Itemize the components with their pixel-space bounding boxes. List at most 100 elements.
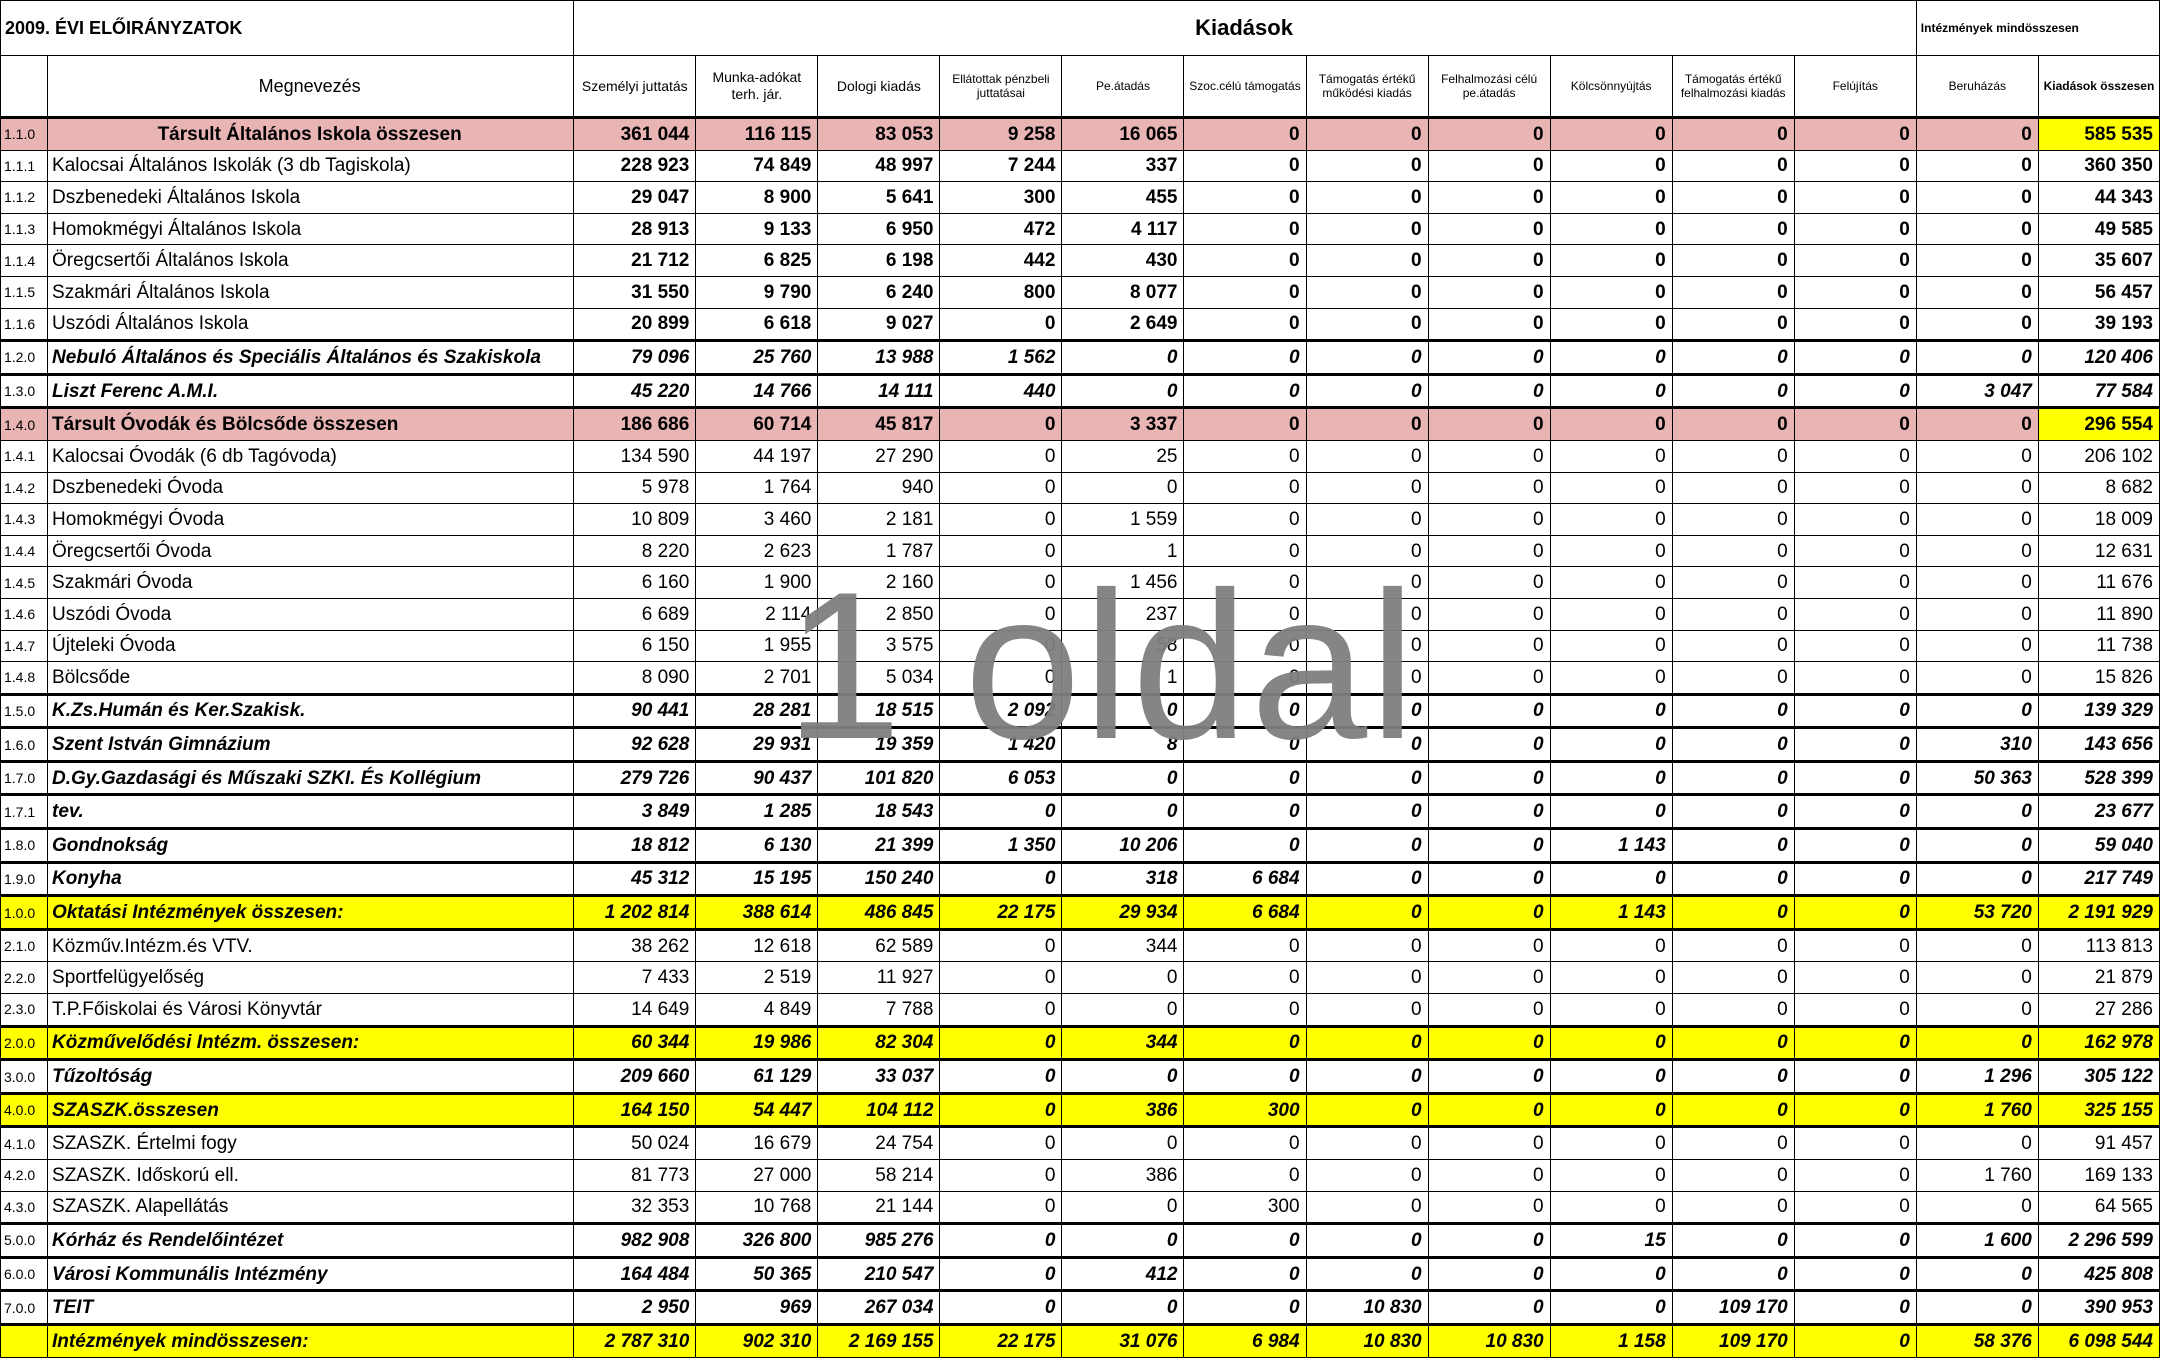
cell-value: 0 [1427, 1091, 1551, 1128]
cell-value: 455 [1061, 181, 1185, 214]
cell-value: 6 160 [573, 566, 697, 599]
cell-value: 0 [1671, 1058, 1795, 1094]
table-row: 1.1.4 Öregcsertői Általános Iskola 21 712 6… [0, 244, 2160, 277]
cell-value: 0 [1183, 759, 1307, 796]
cell-value: 0 [1183, 244, 1307, 277]
cell-value: 0 [1793, 692, 1917, 729]
cell-value: 0 [1061, 372, 1185, 409]
cell-value: 33 037 [817, 1058, 941, 1094]
cell-value: 45 817 [817, 406, 941, 441]
cell-value: 28 281 [695, 692, 819, 729]
table-row: 1.6.0 Szent István Gimnázium 92 628 29 931 1… [0, 726, 2160, 762]
cell-value: 9 258 [939, 116, 1063, 151]
cell-value: 90 441 [573, 692, 697, 729]
cell-value: 0 [1061, 1125, 1185, 1160]
row-code: 1.9.0 [0, 860, 49, 897]
table-row: 6.0.0 Városi Kommunális Intézmény 164 484 5… [0, 1255, 2160, 1292]
cell-value: 528 399 [2037, 759, 2160, 796]
cell-value: 0 [1549, 471, 1673, 505]
cell-value: 982 908 [573, 1222, 697, 1258]
cell-value: 0 [939, 1289, 1063, 1325]
cell-value: 0 [1061, 1289, 1185, 1325]
cell-value: 0 [1671, 406, 1795, 441]
cell-value: 7 788 [817, 993, 941, 1027]
row-name: Nebuló Általános és Speciális Általános … [47, 339, 575, 375]
cell-value: 19 986 [695, 1024, 819, 1061]
row-name: Gondnokság [47, 827, 575, 863]
cell-value: 8 077 [1061, 275, 1185, 309]
cell-value: 74 849 [695, 149, 819, 183]
cell-value: 22 175 [939, 1322, 1063, 1358]
cell-value: 0 [1061, 793, 1185, 830]
cell-value: 3 849 [573, 793, 697, 830]
cell-value: 0 [1305, 534, 1429, 568]
cell-value: 0 [1793, 1255, 1917, 1292]
cell-value: 0 [1793, 503, 1917, 536]
cell-value: 0 [1183, 181, 1307, 214]
row-name: Oktatási Intézmények összesen: [47, 894, 575, 930]
cell-value: 0 [1671, 894, 1795, 930]
cell-value: 267 034 [817, 1289, 941, 1325]
cell-value: 6 240 [817, 275, 941, 309]
cell-value: 0 [1793, 275, 1917, 309]
cell-value: 2 850 [817, 597, 941, 631]
cell-value: 18 515 [817, 692, 941, 729]
cell-value: 50 363 [1915, 759, 2039, 796]
table-row: 1.4.8 Bölcsőde 8 090 2 701 5 034 0 1 0 0 0 0 0 0 0 15 … [0, 661, 2160, 695]
table-row: 1.2.0 Nebuló Általános és Speciális Által… [0, 339, 2160, 375]
cell-value: 0 [1793, 1125, 1917, 1160]
cell-value: 31 550 [573, 275, 697, 309]
cell-value: 0 [1183, 406, 1307, 441]
cell-value: 425 808 [2037, 1255, 2160, 1292]
row-code: 1.7.0 [0, 759, 49, 796]
cell-value: 0 [1915, 439, 2039, 473]
cell-value: 0 [1671, 566, 1795, 599]
cell-value: 0 [939, 534, 1063, 568]
cell-value: 101 820 [817, 759, 941, 796]
cell-value: 0 [1061, 339, 1185, 375]
cell-value: 0 [1793, 439, 1917, 473]
cell-value: 442 [939, 244, 1063, 277]
cell-value: 0 [1427, 597, 1551, 631]
cell-value: 25 760 [695, 339, 819, 375]
cell-value: 16 065 [1061, 116, 1185, 151]
cell-value: 0 [939, 1222, 1063, 1258]
cell-value: 0 [1793, 149, 1917, 183]
cell-value: 0 [1793, 212, 1917, 246]
cell-value: 0 [1915, 860, 2039, 897]
cell-value: 0 [1915, 993, 2039, 1027]
table-row: 1.0.0 Oktatási Intézmények összesen: 1 202… [0, 894, 2160, 930]
cell-value: 0 [1183, 116, 1307, 151]
row-name: Közműv.Intézm.és VTV. [47, 927, 575, 963]
cell-value: 585 535 [2037, 116, 2160, 151]
cell-value: 1 [1061, 661, 1185, 695]
cell-value: 0 [1183, 927, 1307, 963]
row-name: Újteleki Óvoda [47, 629, 575, 663]
cell-value: 310 [1915, 726, 2039, 762]
cell-value: 0 [1793, 1322, 1917, 1358]
row-code: 1.5.0 [0, 692, 49, 729]
column-header-11: Felújítás [1793, 55, 1917, 119]
cell-value: 2 296 599 [2037, 1222, 2160, 1258]
cell-value: 344 [1061, 927, 1185, 963]
cell-value: 0 [1183, 1024, 1307, 1061]
cell-value: 0 [1671, 759, 1795, 796]
cell-value: 44 197 [695, 439, 819, 473]
table-row: 2.1.0 Közműv.Intézm.és VTV. 38 262 12 618 62… [0, 927, 2160, 963]
cell-value: 164 484 [573, 1255, 697, 1292]
row-code: 1.4.2 [0, 471, 49, 505]
cell-value: 0 [1427, 1289, 1551, 1325]
cell-value: 6 950 [817, 212, 941, 246]
cell-value: 0 [1549, 1058, 1673, 1094]
table-row: 1.1.6 Uszódi Általános Iskola 20 899 6 618 9… [0, 307, 2160, 342]
cell-value: 326 800 [695, 1222, 819, 1258]
cell-value: 0 [1793, 471, 1917, 505]
table-row: 1.1.5 Szakmári Általános Iskola 31 550 9 79… [0, 275, 2160, 309]
cell-value: 11 890 [2037, 597, 2160, 631]
cell-value: 0 [1305, 661, 1429, 695]
cell-value: 0 [1915, 307, 2039, 342]
row-code: 2.0.0 [0, 1024, 49, 1061]
cell-value: 0 [1183, 275, 1307, 309]
cell-value: 0 [1305, 471, 1429, 505]
cell-value: 0 [1671, 793, 1795, 830]
